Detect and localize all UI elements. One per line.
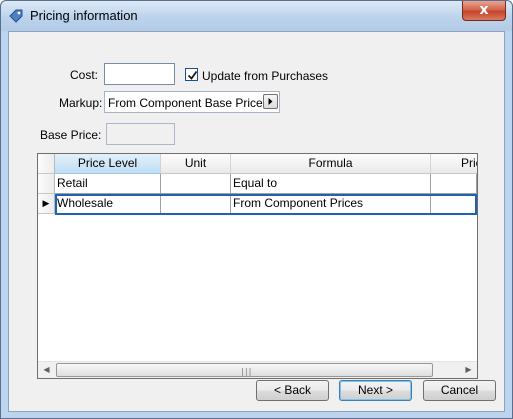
cost-input[interactable] <box>104 63 175 85</box>
table-cell-unit[interactable] <box>161 194 231 214</box>
next-button[interactable]: Next > <box>339 380 412 401</box>
column-header-price-level[interactable]: Price Level <box>55 154 161 174</box>
table-cell-price[interactable] <box>431 174 477 194</box>
scrollbar-grip: ||| <box>240 367 252 376</box>
table-cell-price-level[interactable]: Retail <box>55 174 161 194</box>
scroll-right-arrow-icon[interactable]: ▶ <box>460 362 477 378</box>
checkmark-icon <box>187 70 198 80</box>
back-button[interactable]: < Back <box>256 380 329 401</box>
price-tag-icon <box>8 8 24 24</box>
markup-value: From Component Base Prices <box>108 96 269 110</box>
cost-label: Cost: <box>70 68 99 82</box>
table-cell-price-level[interactable]: Wholesale <box>55 194 161 214</box>
table-cell-unit[interactable] <box>161 174 231 194</box>
base-price-label: Base Price: <box>40 128 102 142</box>
grid-corner-header[interactable] <box>38 154 55 174</box>
horizontal-scrollbar[interactable]: ◀ ||| ▶ <box>38 361 477 378</box>
update-from-purchases-checkbox[interactable] <box>185 68 198 81</box>
pricing-information-dialog: Pricing information x Cost: Update from … <box>0 0 513 419</box>
table-cell-price[interactable] <box>431 194 477 214</box>
close-button[interactable]: x <box>462 1 506 21</box>
row-header[interactable] <box>38 174 55 194</box>
arrow-right-icon <box>268 98 273 105</box>
window-title: Pricing information <box>30 8 138 23</box>
dialog-body: Cost: Update from Purchases Markup: From… <box>8 31 505 412</box>
table-cell-formula[interactable]: Equal to <box>231 174 431 194</box>
price-level-grid[interactable]: Price Level Unit Formula Pric Retail Equ… <box>37 153 478 379</box>
table-cell-formula[interactable]: From Component Prices <box>231 194 431 214</box>
current-row-arrow-icon: ▶ <box>42 198 50 208</box>
column-header-price[interactable]: Pric <box>431 154 477 174</box>
markup-label: Markup: <box>59 96 103 110</box>
scrollbar-thumb[interactable]: ||| <box>56 363 433 377</box>
base-price-input <box>106 123 175 145</box>
column-header-unit[interactable]: Unit <box>161 154 231 174</box>
close-icon: x <box>479 2 489 18</box>
column-header-formula[interactable]: Formula <box>231 154 431 174</box>
cancel-button[interactable]: Cancel <box>423 380 496 401</box>
scroll-left-arrow-icon[interactable]: ◀ <box>38 362 55 378</box>
markup-dropdown[interactable]: From Component Base Prices <box>104 91 280 113</box>
row-header-current[interactable]: ▶ <box>38 194 55 214</box>
markup-dropdown-button[interactable] <box>263 94 278 109</box>
title-bar[interactable]: Pricing information x <box>1 1 512 31</box>
update-from-purchases-label[interactable]: Update from Purchases <box>202 69 328 83</box>
